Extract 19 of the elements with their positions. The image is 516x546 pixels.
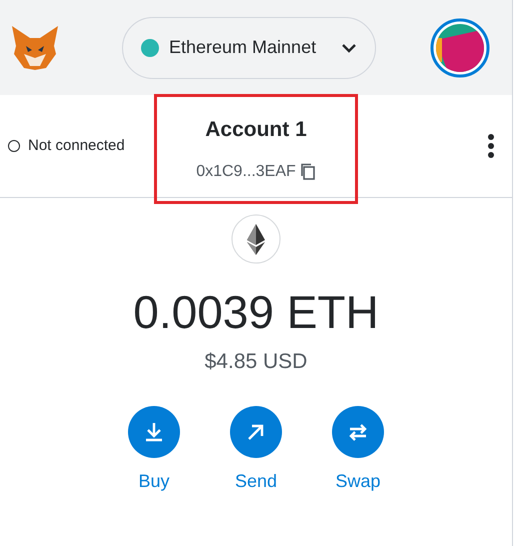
- balance-amount: 0.0039 ETH: [133, 285, 379, 340]
- action-label[interactable]: Send: [234, 468, 278, 494]
- account-avatar[interactable]: [430, 18, 490, 78]
- more-menu-icon[interactable]: [488, 134, 494, 158]
- connection-status: Not connected: [28, 136, 125, 156]
- chevron-down-icon: [341, 42, 357, 52]
- fiat-balance: $4.85 USD: [204, 349, 308, 375]
- fox-icon: [10, 24, 60, 72]
- network-selector[interactable]: Ethereum Mainnet: [122, 16, 376, 78]
- ethereum-icon: [231, 214, 281, 264]
- action-label[interactable]: Buy: [138, 468, 170, 494]
- action-label[interactable]: Swap: [335, 468, 381, 494]
- account-name[interactable]: Account 1: [205, 114, 307, 146]
- copy-icon[interactable]: [300, 163, 316, 180]
- connection-status-icon: [8, 140, 20, 152]
- send-button[interactable]: [230, 406, 282, 458]
- account-address[interactable]: 0x1C9...3EAF: [196, 160, 296, 184]
- buy-button[interactable]: [128, 406, 180, 458]
- swap-button[interactable]: [332, 406, 384, 458]
